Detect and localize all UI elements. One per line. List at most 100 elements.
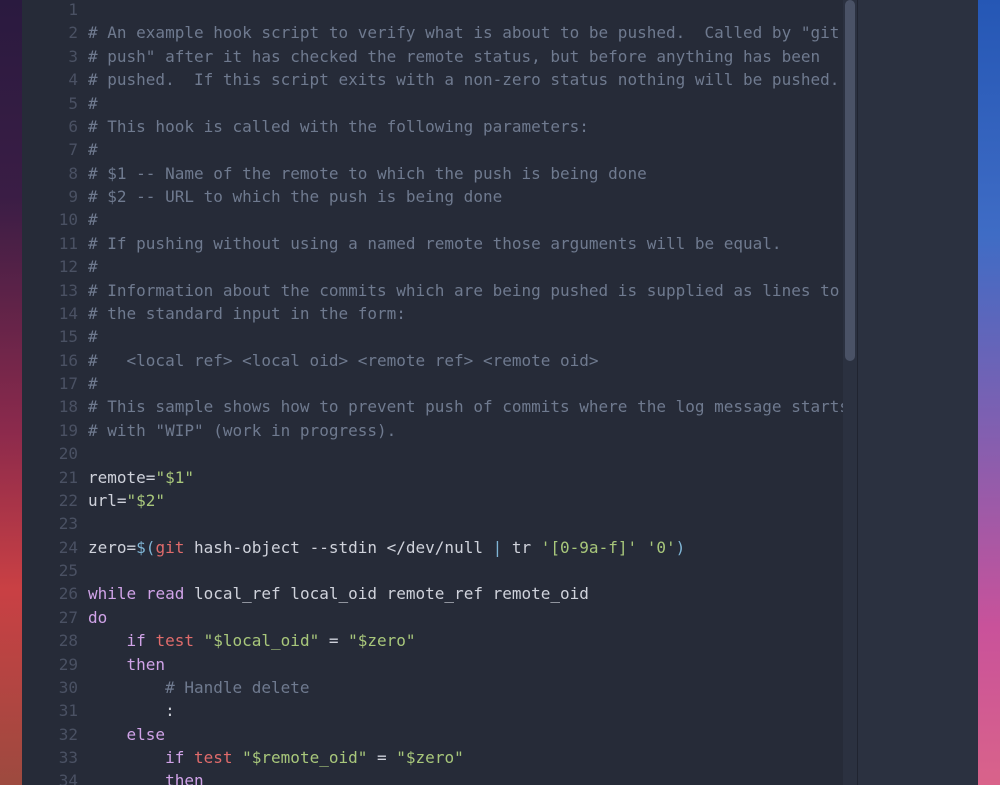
line-number: 15 <box>22 327 88 346</box>
line-number: 34 <box>22 771 88 785</box>
code-editor[interactable]: 12# An example hook script to verify wha… <box>22 0 857 785</box>
code-line[interactable]: 2# An example hook script to verify what… <box>22 23 857 46</box>
code-line[interactable]: 27do <box>22 608 857 631</box>
line-number: 27 <box>22 608 88 627</box>
code-line[interactable]: 34 then <box>22 771 857 785</box>
vertical-scrollbar-track[interactable] <box>843 0 857 785</box>
right-side-panel <box>857 0 978 785</box>
line-content: # <local ref> <local oid> <remote ref> <… <box>88 351 599 370</box>
line-number: 31 <box>22 701 88 720</box>
line-content: # $2 -- URL to which the push is being d… <box>88 187 502 206</box>
line-number: 10 <box>22 210 88 229</box>
line-content: # <box>88 257 98 276</box>
line-content: # Information about the commits which ar… <box>88 281 839 300</box>
line-number: 24 <box>22 538 88 557</box>
line-number: 12 <box>22 257 88 276</box>
line-content: # $1 -- Name of the remote to which the … <box>88 164 647 183</box>
line-number: 2 <box>22 23 88 42</box>
line-number: 19 <box>22 421 88 440</box>
code-line[interactable]: 3# push" after it has checked the remote… <box>22 47 857 70</box>
line-content: # <box>88 140 98 159</box>
code-line[interactable]: 8# $1 -- Name of the remote to which the… <box>22 164 857 187</box>
line-content: # with "WIP" (work in progress). <box>88 421 396 440</box>
code-line[interactable]: 21remote="$1" <box>22 468 857 491</box>
code-line[interactable]: 24zero=$(git hash-object --stdin </dev/n… <box>22 538 857 561</box>
code-line[interactable]: 9# $2 -- URL to which the push is being … <box>22 187 857 210</box>
code-line[interactable]: 18# This sample shows how to prevent pus… <box>22 397 857 420</box>
desktop-background-left <box>0 0 22 785</box>
line-content: if test "$remote_oid" = "$zero" <box>88 748 464 767</box>
code-line[interactable]: 23 <box>22 514 857 537</box>
line-number: 21 <box>22 468 88 487</box>
code-line[interactable]: 17# <box>22 374 857 397</box>
line-number: 30 <box>22 678 88 697</box>
line-content: # Handle delete <box>88 678 310 697</box>
line-content: # An example hook script to verify what … <box>88 23 839 42</box>
line-number: 33 <box>22 748 88 767</box>
code-scroll-viewport[interactable]: 12# An example hook script to verify wha… <box>22 0 857 785</box>
code-line[interactable]: 5# <box>22 94 857 117</box>
line-number: 23 <box>22 514 88 533</box>
line-number: 26 <box>22 584 88 603</box>
line-number: 7 <box>22 140 88 159</box>
code-line[interactable]: 19# with "WIP" (work in progress). <box>22 421 857 444</box>
line-number: 20 <box>22 444 88 463</box>
code-line[interactable]: 32 else <box>22 725 857 748</box>
code-line[interactable]: 29 then <box>22 655 857 678</box>
line-number: 25 <box>22 561 88 580</box>
line-number: 4 <box>22 70 88 89</box>
line-number: 14 <box>22 304 88 323</box>
vertical-scrollbar-thumb[interactable] <box>845 0 855 361</box>
code-line[interactable]: 6# This hook is called with the followin… <box>22 117 857 140</box>
code-line[interactable]: 30 # Handle delete <box>22 678 857 701</box>
line-number: 5 <box>22 94 88 113</box>
line-content: # pushed. If this script exits with a no… <box>88 70 839 89</box>
line-number: 17 <box>22 374 88 393</box>
line-content: # This sample shows how to prevent push … <box>88 397 849 416</box>
line-number: 13 <box>22 281 88 300</box>
line-number: 8 <box>22 164 88 183</box>
code-line[interactable]: 12# <box>22 257 857 280</box>
line-number: 1 <box>22 0 88 19</box>
line-number: 16 <box>22 351 88 370</box>
line-content: # If pushing without using a named remot… <box>88 234 782 253</box>
line-number: 11 <box>22 234 88 253</box>
line-content: : <box>88 701 175 720</box>
line-number: 32 <box>22 725 88 744</box>
code-line[interactable]: 28 if test "$local_oid" = "$zero" <box>22 631 857 654</box>
line-content: # <box>88 210 98 229</box>
line-content: do <box>88 608 107 627</box>
line-number: 6 <box>22 117 88 136</box>
code-line[interactable]: 15# <box>22 327 857 350</box>
code-line[interactable]: 11# If pushing without using a named rem… <box>22 234 857 257</box>
line-content: # push" after it has checked the remote … <box>88 47 820 66</box>
line-number: 29 <box>22 655 88 674</box>
line-number: 9 <box>22 187 88 206</box>
code-line[interactable]: 14# the standard input in the form: <box>22 304 857 327</box>
code-line[interactable]: 13# Information about the commits which … <box>22 281 857 304</box>
line-content: # <box>88 327 98 346</box>
code-line[interactable]: 26while read local_ref local_oid remote_… <box>22 584 857 607</box>
line-content: zero=$(git hash-object --stdin </dev/nul… <box>88 538 685 557</box>
line-content: else <box>88 725 165 744</box>
line-content: # This hook is called with the following… <box>88 117 589 136</box>
line-content: while read local_ref local_oid remote_re… <box>88 584 589 603</box>
line-content: if test "$local_oid" = "$zero" <box>88 631 416 650</box>
line-content: then <box>88 655 165 674</box>
code-line[interactable]: 1 <box>22 0 857 23</box>
code-line[interactable]: 10# <box>22 210 857 233</box>
line-number: 3 <box>22 47 88 66</box>
line-number: 28 <box>22 631 88 650</box>
code-line[interactable]: 4# pushed. If this script exits with a n… <box>22 70 857 93</box>
code-line[interactable]: 22url="$2" <box>22 491 857 514</box>
code-line[interactable]: 25 <box>22 561 857 584</box>
line-content: # <box>88 94 98 113</box>
code-line[interactable]: 16# <local ref> <local oid> <remote ref>… <box>22 351 857 374</box>
line-number: 18 <box>22 397 88 416</box>
code-line[interactable]: 20 <box>22 444 857 467</box>
line-content: remote="$1" <box>88 468 194 487</box>
code-line[interactable]: 31 : <box>22 701 857 724</box>
desktop-background-right <box>978 0 1000 785</box>
code-line[interactable]: 33 if test "$remote_oid" = "$zero" <box>22 748 857 771</box>
code-line[interactable]: 7# <box>22 140 857 163</box>
